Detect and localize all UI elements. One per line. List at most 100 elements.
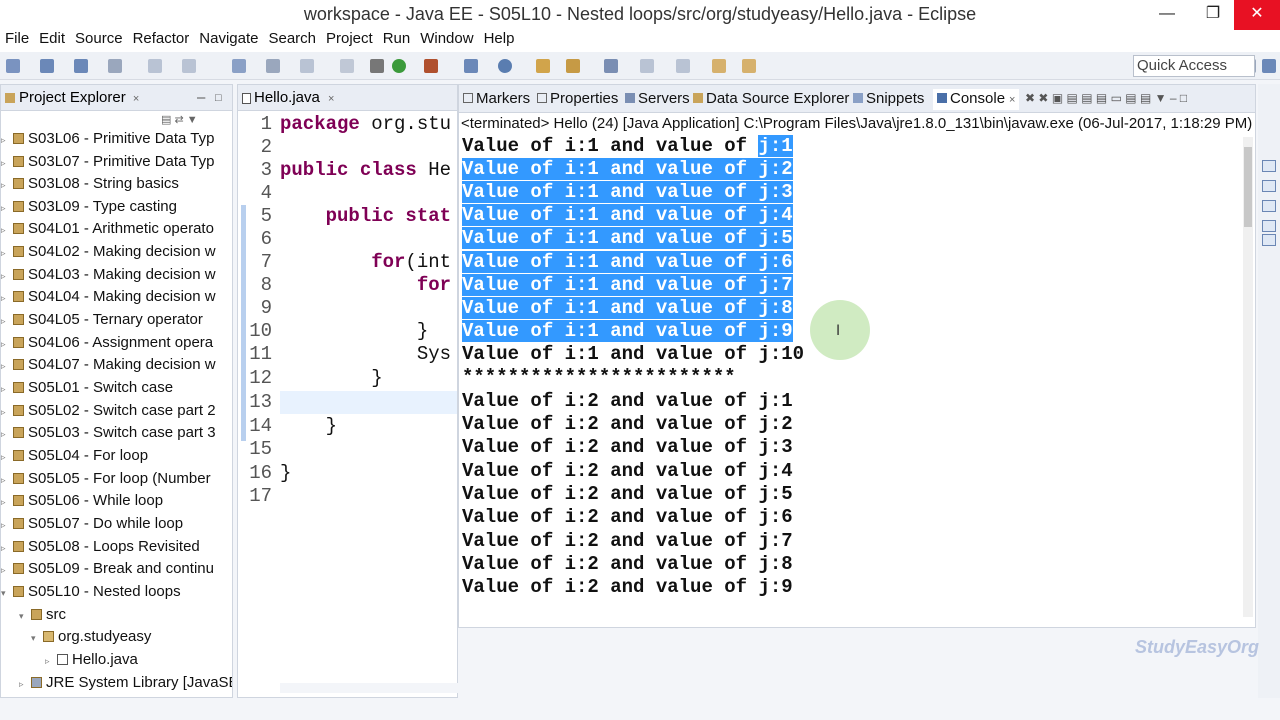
scroll-lock-icon[interactable]: ▤ xyxy=(1081,91,1092,105)
tree-item[interactable]: ▹ S04L05 - Ternary operator xyxy=(1,309,203,331)
new-icon[interactable] xyxy=(6,59,20,73)
console-line[interactable]: Value of i:2 and value of j:2 xyxy=(462,413,793,436)
code-line[interactable]: 7 for(int xyxy=(238,251,451,274)
web-browser-icon[interactable] xyxy=(498,59,512,73)
menu-file[interactable]: File xyxy=(0,30,34,48)
pin-console-icon[interactable]: ▭ xyxy=(1111,91,1122,105)
annotation-icon[interactable] xyxy=(640,59,654,73)
code-line[interactable]: 16} xyxy=(238,462,291,485)
code-line[interactable]: 13 xyxy=(238,391,280,414)
run-icon[interactable] xyxy=(392,59,406,73)
tree-item[interactable]: ▹ S03L08 - String basics xyxy=(1,173,179,195)
tree-item[interactable]: ▹ S05L08 - Loops Revisited xyxy=(1,536,200,558)
editor-horizontal-scrollbar[interactable] xyxy=(280,683,1240,693)
collapse-all-icon[interactable]: ▤ xyxy=(161,114,171,126)
close-button[interactable]: ✕ xyxy=(1234,0,1280,30)
scrollbar-thumb[interactable] xyxy=(1244,147,1252,227)
save-icon[interactable] xyxy=(40,59,54,73)
menu-help[interactable]: Help xyxy=(479,30,520,48)
search-icon[interactable] xyxy=(604,59,618,73)
console-line[interactable]: Value of i:2 and value of j:5 xyxy=(462,483,793,506)
save-all-icon[interactable] xyxy=(74,59,88,73)
menu-project[interactable]: Project xyxy=(321,30,378,48)
tab-snippets[interactable]: Snippets xyxy=(853,89,924,109)
tree-item[interactable]: ▹ S04L07 - Making decision w xyxy=(1,354,216,376)
minimize-button[interactable]: — xyxy=(1144,0,1190,30)
tree-item[interactable]: ▹ S03L06 - Primitive Data Typ xyxy=(1,128,214,150)
declaration-icon[interactable] xyxy=(1262,234,1276,246)
console-line[interactable]: Value of i:1 and value of j:7 xyxy=(462,274,793,297)
skip-breakpoints-icon[interactable] xyxy=(232,59,246,73)
clear-console-icon[interactable]: ▤ xyxy=(1067,91,1078,105)
minimize-view-icon[interactable]: – xyxy=(197,85,205,111)
code-line[interactable]: 8 for xyxy=(238,274,451,297)
open-console-icon[interactable]: ▤ xyxy=(1140,91,1151,105)
menu-refactor[interactable]: Refactor xyxy=(128,30,195,48)
outline-icon[interactable] xyxy=(1262,160,1276,172)
tree-item-file[interactable]: ▹ Hello.java xyxy=(45,649,138,671)
task-list-icon[interactable] xyxy=(1262,180,1276,192)
code-line[interactable]: 2 xyxy=(238,136,280,159)
tree-item[interactable]: ▹ S04L03 - Making decision w xyxy=(1,264,216,286)
tab-markers[interactable]: Markers xyxy=(463,89,530,109)
tree-item[interactable]: ▹ S04L01 - Arithmetic operato xyxy=(1,218,214,240)
mark-icon[interactable] xyxy=(182,59,196,73)
menu-run[interactable]: Run xyxy=(378,30,416,48)
terminate-icon[interactable]: ✖ xyxy=(1025,91,1035,105)
java-ee-perspective-icon[interactable] xyxy=(1262,59,1276,73)
console-line[interactable]: Value of i:1 and value of j:8 xyxy=(462,297,793,320)
tree-item[interactable]: ▹ S04L06 - Assignment opera xyxy=(1,332,213,354)
quick-access-input[interactable]: Quick Access xyxy=(1133,55,1255,77)
code-line[interactable]: 6 xyxy=(238,228,280,251)
tab-data-source-explorer[interactable]: Data Source Explorer xyxy=(693,89,849,109)
code-line[interactable]: 14 } xyxy=(238,415,337,438)
external-tools-icon[interactable] xyxy=(424,59,438,73)
drop-icon[interactable] xyxy=(300,59,314,73)
console-line[interactable]: Value of i:2 and value of j:6 xyxy=(462,506,793,529)
tree-item[interactable]: ▹ S05L09 - Break and continu xyxy=(1,558,214,580)
remove-all-terminated-icon[interactable]: ✖ xyxy=(1038,91,1048,105)
tree-item-src[interactable]: ▾ src xyxy=(19,604,66,626)
open-task-icon[interactable] xyxy=(566,59,580,73)
toggle-icon[interactable] xyxy=(148,59,162,73)
display-console-icon[interactable]: ▤ xyxy=(1125,91,1136,105)
new-server-icon[interactable] xyxy=(464,59,478,73)
menu-edit[interactable]: Edit xyxy=(34,30,70,48)
menu-search[interactable]: Search xyxy=(263,30,321,48)
tab-console[interactable]: Console × xyxy=(933,89,1020,110)
minimize-view-icon[interactable]: – xyxy=(1170,91,1177,105)
console-line[interactable]: Value of i:2 and value of j:4 xyxy=(462,460,793,483)
code-line[interactable]: 4 xyxy=(238,182,280,205)
code-line[interactable]: 3 public class He xyxy=(238,159,451,182)
menu-navigate[interactable]: Navigate xyxy=(194,30,263,48)
console-vertical-scrollbar[interactable] xyxy=(1243,137,1253,617)
open-type-icon[interactable] xyxy=(536,59,550,73)
tree-item[interactable]: ▹ S04L04 - Making decision w xyxy=(1,286,216,308)
menu-source[interactable]: Source xyxy=(70,30,128,48)
step-icon[interactable] xyxy=(266,59,280,73)
terminate-icon[interactable] xyxy=(340,59,354,73)
tree-item[interactable]: ▹ S05L04 - For loop xyxy=(1,445,148,467)
tree-item[interactable]: ▹ S05L02 - Switch case part 2 xyxy=(1,400,216,422)
remove-launch-icon[interactable]: ▣ xyxy=(1052,91,1063,105)
console-line[interactable]: Value of i:1 and value of j:6 xyxy=(462,251,793,274)
hierarchy-icon[interactable] xyxy=(1262,220,1276,232)
code-line[interactable]: 10 } xyxy=(238,320,428,343)
console-line[interactable]: Value of i:2 and value of j:7 xyxy=(462,530,793,553)
tab-properties[interactable]: Properties xyxy=(537,89,618,109)
tree-item[interactable]: ▹ S05L07 - Do while loop xyxy=(1,513,183,535)
tree-item[interactable]: ▹ S05L01 - Switch case xyxy=(1,377,173,399)
tree-item[interactable]: ▹ S04L02 - Making decision w xyxy=(1,241,216,263)
console-line[interactable]: Value of i:1 and value of j:10 xyxy=(462,343,804,366)
tree-item-jre[interactable]: ▹ JRE System Library [JavaSE xyxy=(19,672,232,694)
code-line[interactable]: 15 xyxy=(238,438,280,461)
tree-item[interactable]: ▾ S05L10 - Nested loops xyxy=(1,581,181,603)
console-line[interactable]: Value of i:1 and value of j:3 xyxy=(462,181,793,204)
code-line[interactable]: 5 public stat xyxy=(238,205,451,228)
console-line[interactable]: Value of i:1 and value of j:1 xyxy=(462,135,793,158)
console-line[interactable]: ************************ xyxy=(462,366,736,389)
console-line[interactable]: Value of i:2 and value of j:1 xyxy=(462,390,793,413)
tree-item[interactable]: ▹ S03L09 - Type casting xyxy=(1,196,177,218)
close-icon[interactable]: × xyxy=(133,93,139,105)
view-menu-icon[interactable]: ▼ xyxy=(1155,91,1167,105)
